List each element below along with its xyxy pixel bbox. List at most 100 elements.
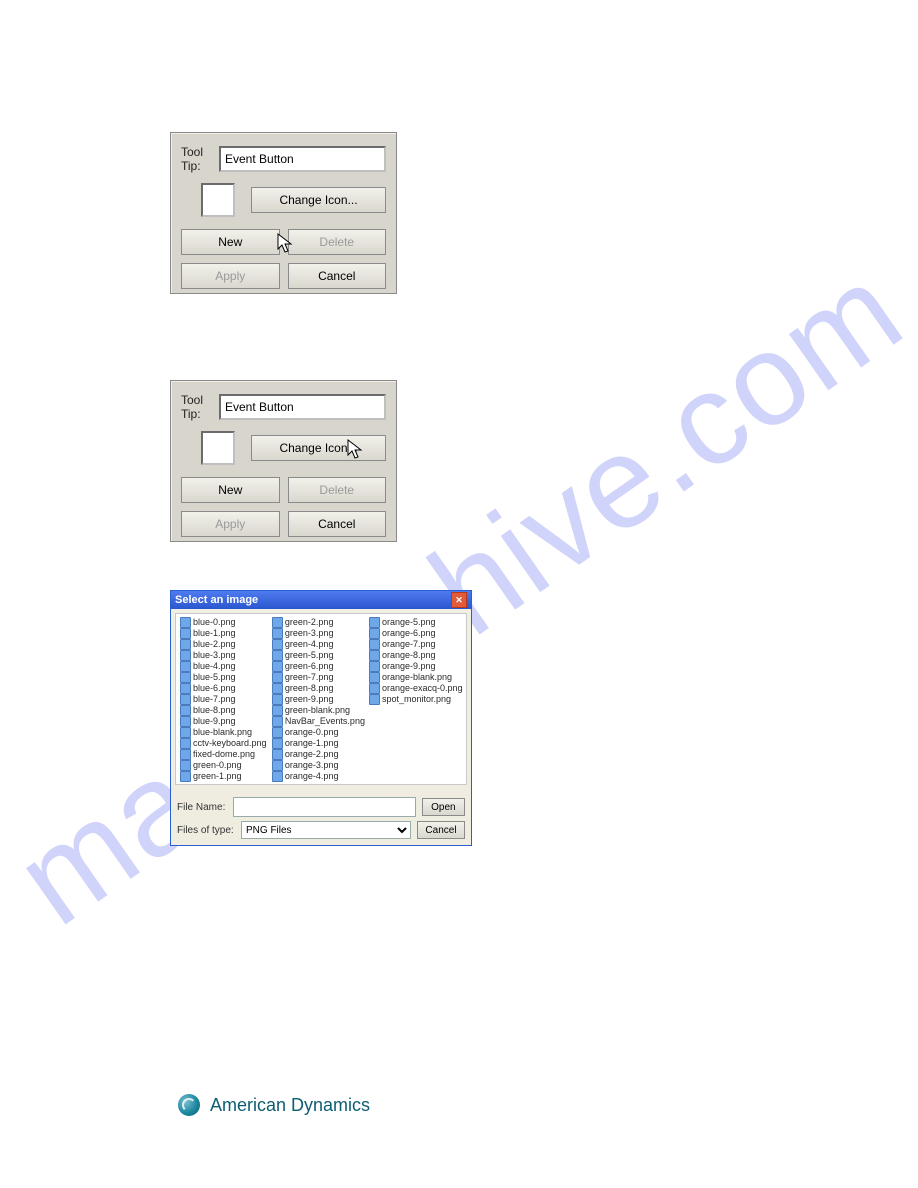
tool-tip-input[interactable]	[219, 146, 386, 172]
file-item[interactable]: orange-0.png	[272, 727, 365, 738]
file-item-label: orange-9.png	[382, 661, 436, 672]
change-icon-button[interactable]: Change Icon...	[251, 435, 386, 461]
file-item[interactable]: orange-exacq-0.png	[369, 683, 462, 694]
file-item[interactable]: blue-9.png	[180, 716, 268, 727]
file-icon	[272, 628, 283, 639]
file-name-input[interactable]	[233, 797, 416, 817]
file-list: blue-0.pngblue-1.pngblue-2.pngblue-3.png…	[175, 613, 467, 785]
file-item-label: orange-2.png	[285, 749, 339, 760]
file-item[interactable]: green-blank.png	[272, 705, 365, 716]
cancel-button[interactable]: Cancel	[288, 511, 387, 537]
file-item-label: green-4.png	[285, 639, 334, 650]
file-item[interactable]: cctv-keyboard.png	[180, 738, 268, 749]
file-icon	[180, 683, 191, 694]
file-item[interactable]: orange-7.png	[369, 639, 462, 650]
open-button[interactable]: Open	[422, 798, 465, 816]
file-item-label: orange-7.png	[382, 639, 436, 650]
file-item[interactable]: orange-5.png	[369, 617, 462, 628]
file-item-label: blue-9.png	[193, 716, 236, 727]
file-icon	[180, 705, 191, 716]
file-item[interactable]: spot_monitor.png	[369, 694, 462, 705]
tool-tip-input[interactable]	[219, 394, 386, 420]
file-icon	[272, 738, 283, 749]
brand-icon	[178, 1094, 200, 1116]
file-item[interactable]: orange-1.png	[272, 738, 365, 749]
file-item[interactable]: green-1.png	[180, 771, 268, 782]
file-item-label: NavBar_Events.png	[285, 716, 365, 727]
tool-tip-label: Tool Tip:	[181, 145, 213, 173]
file-item-label: green-0.png	[193, 760, 242, 771]
file-item[interactable]: blue-1.png	[180, 628, 268, 639]
file-icon	[369, 661, 380, 672]
file-item[interactable]: green-3.png	[272, 628, 365, 639]
file-item-label: blue-5.png	[193, 672, 236, 683]
file-item[interactable]: blue-8.png	[180, 705, 268, 716]
file-item-label: orange-4.png	[285, 771, 339, 782]
file-item[interactable]: blue-blank.png	[180, 727, 268, 738]
file-item[interactable]: blue-5.png	[180, 672, 268, 683]
file-icon	[180, 639, 191, 650]
file-icon	[180, 661, 191, 672]
file-item[interactable]: green-4.png	[272, 639, 365, 650]
cancel-button[interactable]: Cancel	[417, 821, 465, 839]
file-item[interactable]: green-6.png	[272, 661, 365, 672]
file-item-label: orange-0.png	[285, 727, 339, 738]
files-of-type-label: Files of type:	[177, 825, 235, 836]
select-image-dialog: Select an image ✕ blue-0.pngblue-1.pngbl…	[170, 590, 472, 846]
file-item-label: green-9.png	[285, 694, 334, 705]
file-item[interactable]: fixed-dome.png	[180, 749, 268, 760]
file-item[interactable]: green-5.png	[272, 650, 365, 661]
file-item[interactable]: orange-6.png	[369, 628, 462, 639]
file-item[interactable]: NavBar_Events.png	[272, 716, 365, 727]
file-item-label: green-6.png	[285, 661, 334, 672]
file-icon	[180, 760, 191, 771]
new-button[interactable]: New	[181, 229, 280, 255]
file-item[interactable]: orange-blank.png	[369, 672, 462, 683]
file-item[interactable]: green-0.png	[180, 760, 268, 771]
file-item[interactable]: orange-4.png	[272, 771, 365, 782]
file-icon	[272, 661, 283, 672]
file-item[interactable]: blue-0.png	[180, 617, 268, 628]
close-icon[interactable]: ✕	[451, 592, 467, 608]
file-item[interactable]: blue-3.png	[180, 650, 268, 661]
file-icon	[272, 771, 283, 782]
file-item-label: orange-exacq-0.png	[382, 683, 463, 694]
file-icon	[180, 650, 191, 661]
file-item-label: blue-8.png	[193, 705, 236, 716]
file-item[interactable]: green-7.png	[272, 672, 365, 683]
file-icon	[180, 738, 191, 749]
delete-button: Delete	[288, 477, 387, 503]
file-icon	[180, 628, 191, 639]
file-item[interactable]: orange-8.png	[369, 650, 462, 661]
new-button[interactable]: New	[181, 477, 280, 503]
file-item[interactable]: blue-7.png	[180, 694, 268, 705]
file-icon	[180, 716, 191, 727]
file-icon	[272, 705, 283, 716]
file-item[interactable]: orange-2.png	[272, 749, 365, 760]
file-item-label: green-3.png	[285, 628, 334, 639]
file-item-label: orange-5.png	[382, 617, 436, 628]
file-item[interactable]: blue-4.png	[180, 661, 268, 672]
icon-preview	[201, 431, 235, 465]
file-item-label: orange-blank.png	[382, 672, 452, 683]
file-icon	[180, 694, 191, 705]
file-item[interactable]: orange-9.png	[369, 661, 462, 672]
file-item[interactable]: orange-3.png	[272, 760, 365, 771]
file-item-label: blue-7.png	[193, 694, 236, 705]
file-item[interactable]: blue-6.png	[180, 683, 268, 694]
file-item-label: orange-3.png	[285, 760, 339, 771]
file-item-label: green-2.png	[285, 617, 334, 628]
file-item[interactable]: blue-2.png	[180, 639, 268, 650]
file-item[interactable]: green-2.png	[272, 617, 365, 628]
change-icon-button[interactable]: Change Icon...	[251, 187, 386, 213]
dialog-title: Select an image	[175, 594, 258, 606]
file-icon	[369, 639, 380, 650]
file-item[interactable]: green-9.png	[272, 694, 365, 705]
cancel-button[interactable]: Cancel	[288, 263, 387, 289]
file-item-label: green-5.png	[285, 650, 334, 661]
file-icon	[180, 672, 191, 683]
file-item-label: orange-1.png	[285, 738, 339, 749]
files-of-type-select[interactable]: PNG Files	[241, 821, 411, 839]
file-item[interactable]: green-8.png	[272, 683, 365, 694]
file-icon	[369, 650, 380, 661]
